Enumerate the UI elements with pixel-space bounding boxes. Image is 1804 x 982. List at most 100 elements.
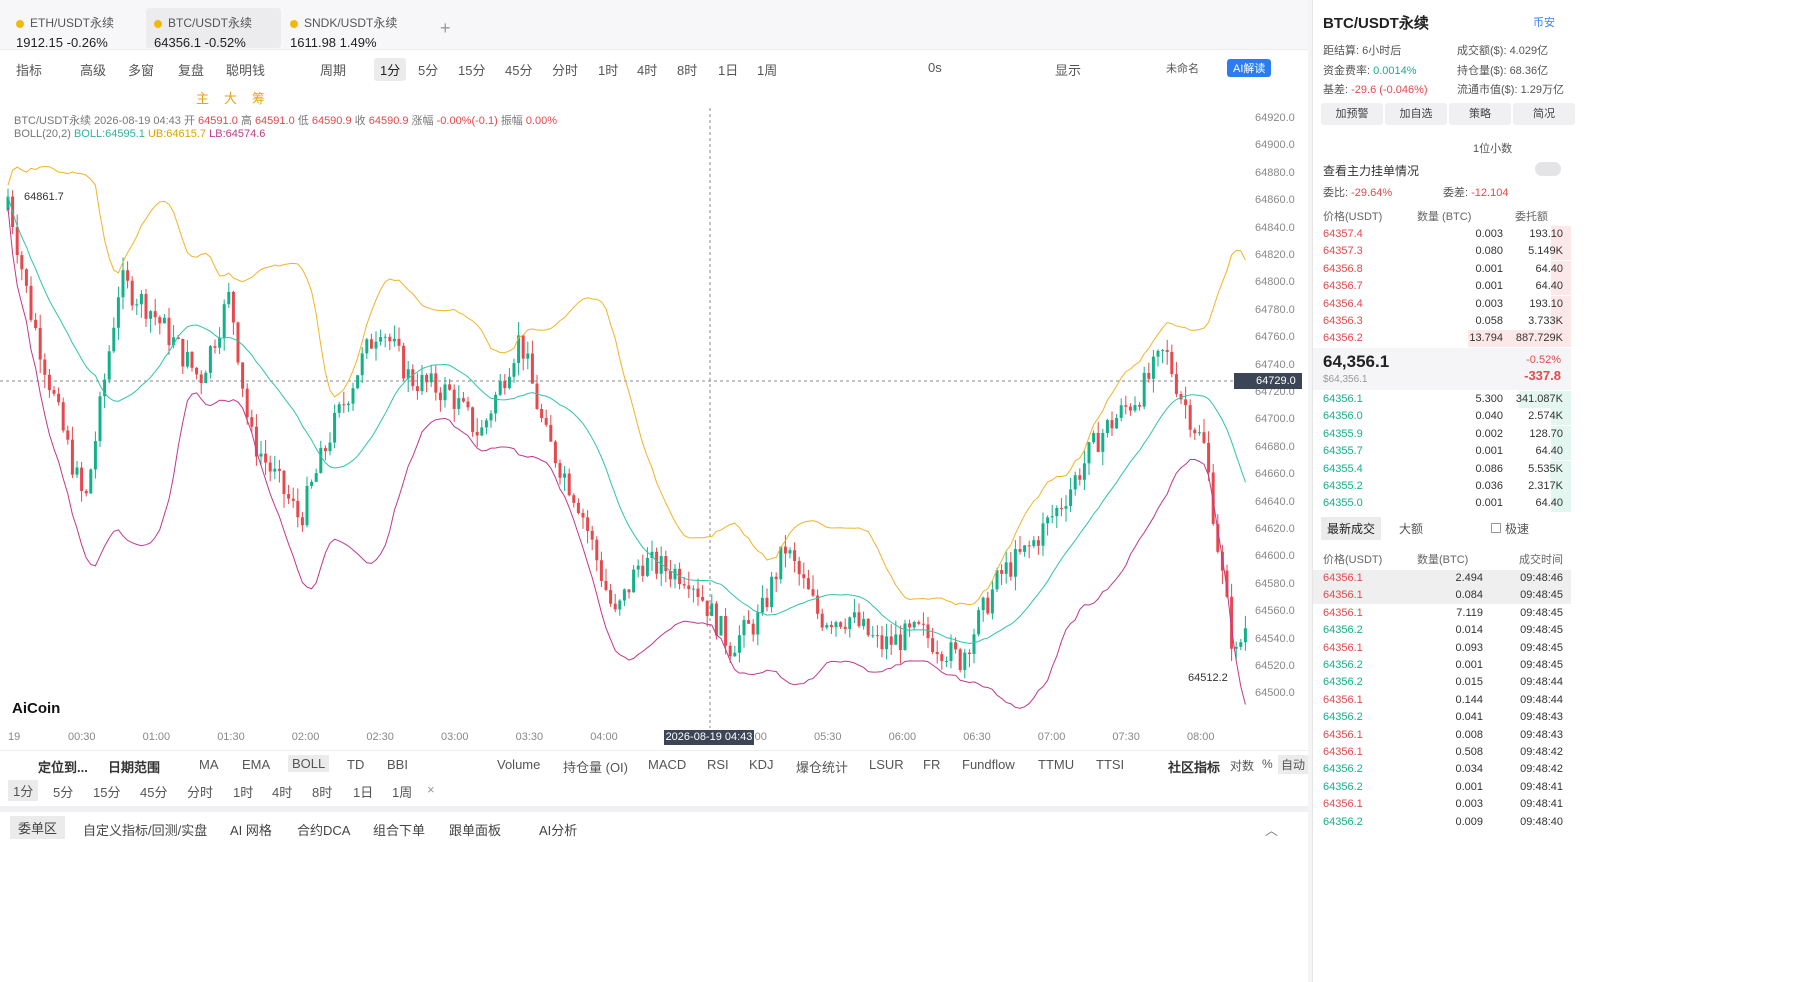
bid-row[interactable]: 64355.0 0.001 64.40 — [1313, 495, 1571, 513]
ind-td[interactable]: TD — [347, 757, 364, 772]
toolbar-advanced[interactable]: 高级 — [80, 60, 106, 79]
trade-row: 64356.2 0.009 09:48:40 — [1313, 814, 1571, 831]
bid-row[interactable]: 64356.0 0.040 2.574K — [1313, 408, 1571, 426]
tab-eth[interactable]: ETH/USDT永续 1912.15 -0.26% — [8, 8, 143, 50]
date-range[interactable]: 日期范围 — [108, 757, 160, 776]
log-scale[interactable]: 对数 — [1230, 757, 1254, 774]
bid-row[interactable]: 64355.9 0.002 128.70 — [1313, 425, 1571, 443]
community-indicators[interactable]: 社区指标 — [1168, 757, 1220, 776]
ind-boll[interactable]: BOLL — [288, 755, 330, 772]
period-8h[interactable]: 8时 — [677, 60, 697, 79]
candlestick-chart[interactable] — [0, 108, 1308, 748]
chevron-up-icon[interactable]: ︿ — [1265, 820, 1278, 839]
add-alert-button[interactable]: 加预警 — [1321, 103, 1383, 125]
tab-btc[interactable]: BTC/USDT永续 64356.1 -0.52% — [146, 8, 281, 50]
ask-row[interactable]: 64356.8 0.001 64.40 — [1313, 260, 1571, 278]
tool-big[interactable]: 大 — [224, 88, 237, 107]
ind-ttmu[interactable]: TTMU — [1038, 757, 1074, 772]
ind-rsi[interactable]: RSI — [707, 757, 729, 772]
tab-sndk[interactable]: SNDK/USDT永续 1611.98 1.49% — [282, 8, 417, 50]
qp-5m[interactable]: 5分 — [53, 782, 73, 801]
tab-large-trades[interactable]: 大额 — [1399, 520, 1423, 537]
ind-fundflow[interactable]: Fundflow — [962, 757, 1015, 772]
period-1d[interactable]: 1日 — [718, 60, 738, 79]
period-1h[interactable]: 1时 — [598, 60, 618, 79]
ind-lsur[interactable]: LSUR — [869, 757, 904, 772]
bid-row[interactable]: 64355.4 0.086 5.535K — [1313, 460, 1571, 478]
tr-header-qty[interactable]: 数量(BTC) — [1417, 551, 1468, 567]
btab-ai[interactable]: AI分析 — [539, 820, 577, 839]
bid-row[interactable]: 64355.7 0.001 64.40 — [1313, 443, 1571, 461]
qp-8h[interactable]: 8时 — [312, 782, 332, 801]
percent-scale[interactable]: % — [1262, 757, 1273, 771]
ask-row[interactable]: 64357.3 0.080 5.149K — [1313, 243, 1571, 261]
display-button[interactable]: 显示 — [1055, 60, 1081, 79]
qp-1d[interactable]: 1日 — [353, 782, 373, 801]
decimal-select[interactable]: 1位小数 — [1473, 140, 1512, 156]
period-5m[interactable]: 5分 — [418, 60, 438, 79]
close-icon[interactable]: × — [427, 782, 435, 797]
period-15m[interactable]: 15分 — [458, 60, 485, 79]
btab-orders[interactable]: 委单区 — [10, 816, 66, 839]
candle-body — [1096, 432, 1100, 452]
overview-button[interactable]: 简况 — [1513, 103, 1575, 125]
add-watchlist-button[interactable]: 加自选 — [1385, 103, 1447, 125]
exchange-link[interactable]: 币安 — [1533, 14, 1555, 30]
toolbar-indicator[interactable]: 指标 — [16, 60, 42, 79]
btab-custom[interactable]: 自定义指标/回测/实盘 — [83, 820, 207, 839]
ind-kdj[interactable]: KDJ — [749, 757, 774, 772]
tool-main[interactable]: 主 — [196, 88, 209, 107]
ind-volume[interactable]: Volume — [497, 757, 540, 772]
qp-4h[interactable]: 4时 — [272, 782, 292, 801]
fast-mode-checkbox[interactable]: 极速 — [1491, 520, 1529, 537]
ind-macd[interactable]: MACD — [648, 757, 686, 772]
y-tick: 64760.0 — [1255, 331, 1295, 344]
qp-1w[interactable]: 1周 — [392, 782, 412, 801]
qp-15m[interactable]: 15分 — [93, 782, 120, 801]
btab-grid[interactable]: AI 网格 — [230, 820, 272, 839]
ask-row[interactable]: 64356.7 0.001 64.40 — [1313, 278, 1571, 296]
candle-body — [144, 293, 148, 319]
strategy-button[interactable]: 策略 — [1449, 103, 1511, 125]
qp-timeshare[interactable]: 分时 — [187, 782, 213, 801]
layout-name[interactable]: 未命名 — [1166, 60, 1199, 76]
period-45m[interactable]: 45分 — [505, 60, 532, 79]
locate-to[interactable]: 定位到... — [38, 757, 88, 776]
tab-latest-trades[interactable]: 最新成交 — [1321, 517, 1382, 540]
toolbar-multi[interactable]: 多窗 — [128, 60, 154, 79]
period-1w[interactable]: 1周 — [757, 60, 777, 79]
qp-45m[interactable]: 45分 — [140, 782, 167, 801]
toolbar-replay[interactable]: 复盘 — [178, 60, 204, 79]
bid-row[interactable]: 64356.1 5.300 341.087K — [1313, 391, 1571, 408]
ai-interpret-button[interactable]: AI解读 — [1227, 59, 1272, 77]
ask-row[interactable]: 64356.4 0.003 193.10 — [1313, 295, 1571, 313]
period-4h[interactable]: 4时 — [637, 60, 657, 79]
btab-dca[interactable]: 合约DCA — [297, 820, 350, 839]
ind-ema[interactable]: EMA — [242, 757, 270, 772]
toolbar-smart-money[interactable]: 聪明钱 — [226, 60, 265, 79]
ob-header-amount[interactable]: 委托额 — [1515, 208, 1548, 224]
ind-fr[interactable]: FR — [923, 757, 940, 772]
ind-bbi[interactable]: BBI — [387, 757, 408, 772]
ind-ma[interactable]: MA — [199, 757, 219, 772]
ask-row[interactable]: 64356.2 13.794 887.729K — [1313, 330, 1571, 348]
auto-scale[interactable]: 自动 — [1278, 755, 1309, 774]
ob-header-qty[interactable]: 数量 (BTC) — [1417, 208, 1471, 224]
add-tab-button[interactable]: + — [432, 12, 462, 52]
ind-liquidation[interactable]: 爆仓统计 — [796, 757, 848, 776]
ind-ttsi[interactable]: TTSI — [1096, 757, 1124, 772]
ask-row[interactable]: 64357.4 0.003 193.10 — [1313, 226, 1571, 243]
ask-row[interactable]: 64356.3 0.058 3.733K — [1313, 313, 1571, 330]
tool-chip[interactable]: 筹 — [252, 88, 265, 107]
whale-toggle[interactable] — [1535, 162, 1561, 176]
ind-oi[interactable]: 持仓量 (OI) — [563, 757, 628, 776]
btab-copy[interactable]: 跟单面板 — [449, 820, 501, 839]
watch-whale-orders[interactable]: 查看主力挂单情况 — [1323, 162, 1419, 179]
btab-combo[interactable]: 组合下单 — [373, 820, 425, 839]
toolbar-period[interactable]: 周期 — [320, 60, 346, 79]
qp-1h[interactable]: 1时 — [233, 782, 253, 801]
bid-row[interactable]: 64355.2 0.036 2.317K — [1313, 478, 1571, 495]
period-timeshare[interactable]: 分时 — [552, 60, 578, 79]
qp-1m[interactable]: 1分 — [8, 780, 39, 801]
period-1m[interactable]: 1分 — [374, 58, 407, 81]
